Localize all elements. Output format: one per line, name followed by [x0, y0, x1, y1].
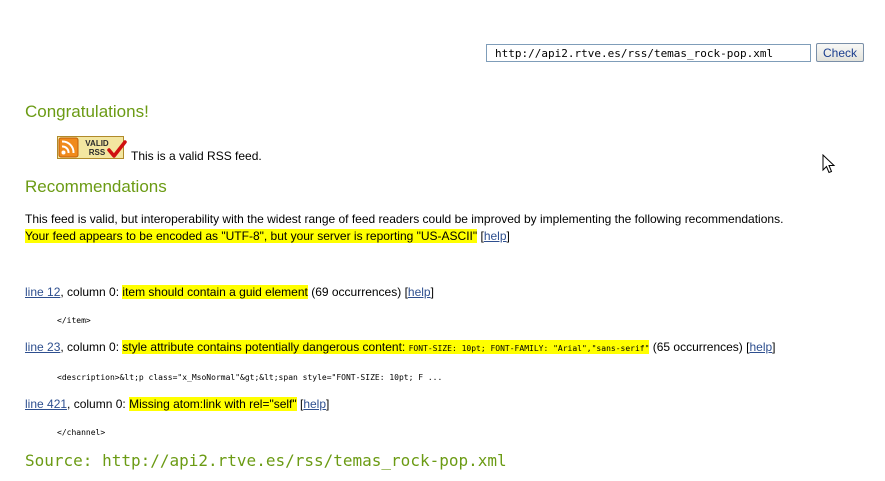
- help-link[interactable]: help: [303, 397, 326, 411]
- column-text: , column 0:: [67, 397, 130, 411]
- recommendation-message: Missing atom:link with rel="self": [129, 397, 297, 411]
- line-link[interactable]: line 12: [25, 285, 60, 299]
- encoding-warning: Your feed appears to be encoded as "UTF-…: [25, 229, 510, 243]
- line-link[interactable]: line 421: [25, 397, 67, 411]
- line-link[interactable]: line 23: [25, 340, 60, 354]
- recommendation-item: line 23, column 0: style attribute conta…: [25, 340, 776, 354]
- valid-rss-badge-graphic: VALID RSS: [57, 136, 127, 159]
- congratulations-heading: Congratulations!: [25, 102, 149, 121]
- badge-label-2: RSS: [89, 148, 106, 157]
- badge-label-1: VALID: [85, 139, 109, 148]
- valid-feed-text: This is a valid RSS feed.: [131, 149, 262, 163]
- recommendation-item: line 12, column 0: item should contain a…: [25, 285, 434, 299]
- recommendation-item: line 421, column 0: Missing atom:link wi…: [25, 397, 330, 411]
- code-snippet: </channel>: [57, 428, 106, 437]
- column-text: , column 0:: [60, 340, 123, 354]
- column-text: , column 0:: [60, 285, 123, 299]
- occurrences-text: (69 occurrences): [307, 285, 405, 299]
- recommendation-message: style attribute contains potentially dan…: [122, 340, 650, 354]
- message-code: FONT-SIZE: 10pt; FONT-FAMILY: "Arial","s…: [408, 344, 650, 353]
- rss-icon: [58, 137, 79, 158]
- validator-form: Check: [486, 43, 864, 62]
- help-link[interactable]: help: [749, 340, 772, 354]
- code-snippet: <description>&lt;p class="x_MsoNormal"&g…: [57, 373, 443, 382]
- help-link[interactable]: help: [408, 285, 431, 299]
- feed-url-input[interactable]: [486, 44, 811, 62]
- mouse-pointer-icon: [822, 154, 836, 174]
- recommendations-heading: Recommendations: [25, 177, 167, 196]
- recommendations-intro: This feed is valid, but interoperability…: [25, 212, 784, 226]
- recommendation-message: item should contain a guid element: [122, 285, 308, 299]
- help-link[interactable]: help: [484, 229, 507, 243]
- valid-rss-badge: VALID RSS: [57, 136, 127, 161]
- encoding-warning-text: Your feed appears to be encoded as "UTF-…: [25, 229, 478, 243]
- occurrences-text: (65 occurrences): [649, 340, 747, 354]
- message-text: style attribute contains potentially dan…: [122, 340, 409, 354]
- source-heading: Source: http://api2.rtve.es/rss/temas_ro…: [25, 451, 507, 470]
- code-snippet: </item>: [57, 316, 91, 325]
- check-button[interactable]: Check: [816, 43, 864, 62]
